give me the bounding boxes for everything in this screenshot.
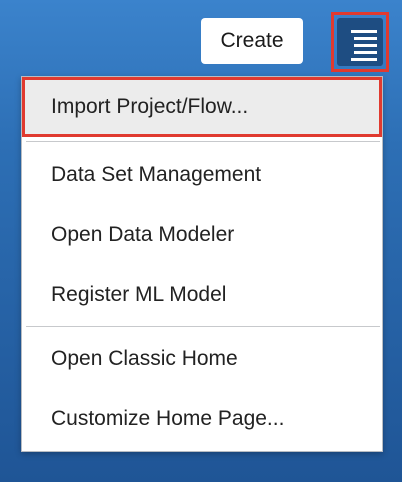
hamburger-menu-icon	[351, 30, 377, 61]
menu-item-import-project-flow[interactable]: Import Project/Flow...	[22, 77, 382, 137]
menu-divider	[26, 141, 380, 142]
menu-item-label: Customize Home Page...	[51, 407, 285, 430]
menu-item-data-set-management[interactable]: Data Set Management	[22, 145, 382, 205]
actions-dropdown-menu: Import Project/Flow... Data Set Manageme…	[21, 76, 383, 452]
menu-divider	[26, 326, 380, 327]
menu-item-customize-home-page[interactable]: Customize Home Page...	[22, 389, 382, 449]
menu-item-register-ml-model[interactable]: Register ML Model	[22, 265, 382, 325]
create-button[interactable]: Create	[201, 18, 303, 64]
menu-item-label: Data Set Management	[51, 163, 262, 186]
menu-button[interactable]	[337, 18, 383, 66]
menu-item-label: Open Classic Home	[51, 347, 238, 370]
menu-item-label: Register ML Model	[51, 283, 227, 306]
menu-item-open-data-modeler[interactable]: Open Data Modeler	[22, 205, 382, 265]
top-bar: Create	[0, 0, 402, 84]
menu-item-open-classic-home[interactable]: Open Classic Home	[22, 329, 382, 389]
menu-item-label: Open Data Modeler	[51, 223, 235, 246]
menu-button-highlight	[331, 12, 389, 72]
menu-item-label: Import Project/Flow...	[51, 95, 249, 118]
